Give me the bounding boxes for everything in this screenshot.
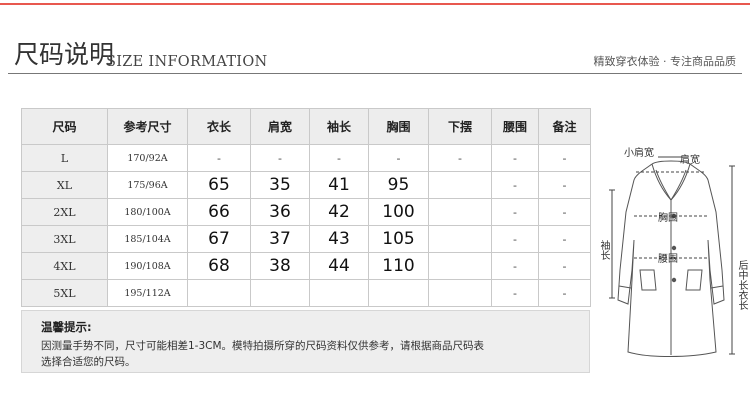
cell-bust: - — [368, 144, 429, 172]
cell-note: - — [538, 252, 591, 280]
cell-length: 66 — [187, 198, 251, 226]
header-size: 尺码 — [21, 108, 108, 145]
cell-hem: - — [428, 144, 492, 172]
cell-size: 5XL — [21, 279, 108, 307]
tagline: 精致穿衣体验 · 专注商品品质 — [593, 55, 737, 68]
cell-bust — [368, 279, 429, 307]
cell-shoulder — [250, 279, 310, 307]
cell-note: - — [538, 225, 591, 253]
size-table: 尺码 参考尺寸 衣长 肩宽 袖长 胸围 下摆 腰围 备注 L 170/92A -… — [21, 108, 591, 307]
cell-size: 3XL — [21, 225, 108, 253]
header-note: 备注 — [538, 108, 591, 145]
table-row: L 170/92A - - - - - - - — [21, 144, 591, 172]
header-waist: 腰围 — [491, 108, 539, 145]
label-waist: 腰围 — [658, 254, 678, 265]
cell-hem — [428, 252, 492, 280]
label-shoulder: 肩宽 — [680, 155, 700, 166]
cell-ref: 170/92A — [107, 144, 188, 172]
cell-sleeve: 43 — [309, 225, 369, 253]
label-bust: 胸围 — [658, 213, 678, 224]
cell-note: - — [538, 144, 591, 172]
tips-box: 温馨提示: 因测量手势不同，尺寸可能相差1-3CM。模特拍摄所穿的尺码资料仅供参… — [21, 310, 590, 373]
cell-sleeve: 41 — [309, 171, 369, 199]
cell-size: XL — [21, 171, 108, 199]
cell-shoulder: 36 — [250, 198, 310, 226]
table-row: 5XL 195/112A - - — [21, 279, 591, 307]
cell-sleeve — [309, 279, 369, 307]
cell-note: - — [538, 198, 591, 226]
cell-ref: 180/100A — [107, 198, 188, 226]
table-row: XL 175/96A 65 35 41 95 - - — [21, 171, 591, 199]
cell-shoulder: 35 — [250, 171, 310, 199]
cell-waist: - — [491, 225, 539, 253]
cell-bust: 95 — [368, 171, 429, 199]
cell-note: - — [538, 279, 591, 307]
header-divider — [8, 73, 742, 74]
cell-hem — [428, 225, 492, 253]
label-back-length: 后中长衣长 — [736, 260, 747, 310]
header-bust: 胸围 — [368, 108, 429, 145]
cell-shoulder: 38 — [250, 252, 310, 280]
table-row: 4XL 190/108A 68 38 44 110 - - — [21, 252, 591, 280]
tips-line-1: 因测量手势不同，尺寸可能相差1-3CM。模特拍摄所穿的尺码资料仅供参考，请根据商… — [41, 340, 485, 352]
table-row: 3XL 185/104A 67 37 43 105 - - — [21, 225, 591, 253]
header-shoulder: 肩宽 — [250, 108, 310, 145]
cell-ref: 195/112A — [107, 279, 188, 307]
coat-measurement-diagram: 小肩宽 肩宽 胸围 腰围 袖长 后中长衣长 — [598, 120, 750, 380]
cell-length: - — [187, 144, 251, 172]
header-ref: 参考尺寸 — [107, 108, 188, 145]
cell-length — [187, 279, 251, 307]
tips-line-2: 选择合适您的尺码。 — [41, 356, 136, 368]
top-accent-line — [0, 3, 750, 5]
cell-note: - — [538, 171, 591, 199]
cell-ref: 190/108A — [107, 252, 188, 280]
header-hem: 下摆 — [428, 108, 492, 145]
cell-hem — [428, 198, 492, 226]
cell-waist: - — [491, 279, 539, 307]
cell-size: 4XL — [21, 252, 108, 280]
cell-ref: 175/96A — [107, 171, 188, 199]
cell-waist: - — [491, 252, 539, 280]
cell-bust: 110 — [368, 252, 429, 280]
cell-bust: 105 — [368, 225, 429, 253]
cell-length: 65 — [187, 171, 251, 199]
cell-ref: 185/104A — [107, 225, 188, 253]
cell-size: 2XL — [21, 198, 108, 226]
label-small-shoulder: 小肩宽 — [624, 148, 654, 159]
cell-waist: - — [491, 144, 539, 172]
cell-waist: - — [491, 198, 539, 226]
cell-length: 68 — [187, 252, 251, 280]
cell-waist: - — [491, 171, 539, 199]
cell-hem — [428, 279, 492, 307]
label-sleeve: 袖长 — [598, 240, 609, 260]
cell-length: 67 — [187, 225, 251, 253]
page-title-en: SIZE INFORMATION — [106, 54, 268, 70]
cell-shoulder: - — [250, 144, 310, 172]
header-length: 衣长 — [187, 108, 251, 145]
header-sleeve: 袖长 — [309, 108, 369, 145]
cell-size: L — [21, 144, 108, 172]
cell-bust: 100 — [368, 198, 429, 226]
cell-sleeve: 44 — [309, 252, 369, 280]
table-row: 2XL 180/100A 66 36 42 100 - - — [21, 198, 591, 226]
cell-sleeve: - — [309, 144, 369, 172]
cell-shoulder: 37 — [250, 225, 310, 253]
tips-title: 温馨提示: — [41, 320, 92, 334]
cell-hem — [428, 171, 492, 199]
page-title-zh: 尺码说明 — [14, 40, 115, 69]
table-header-row: 尺码 参考尺寸 衣长 肩宽 袖长 胸围 下摆 腰围 备注 — [21, 108, 591, 145]
cell-sleeve: 42 — [309, 198, 369, 226]
